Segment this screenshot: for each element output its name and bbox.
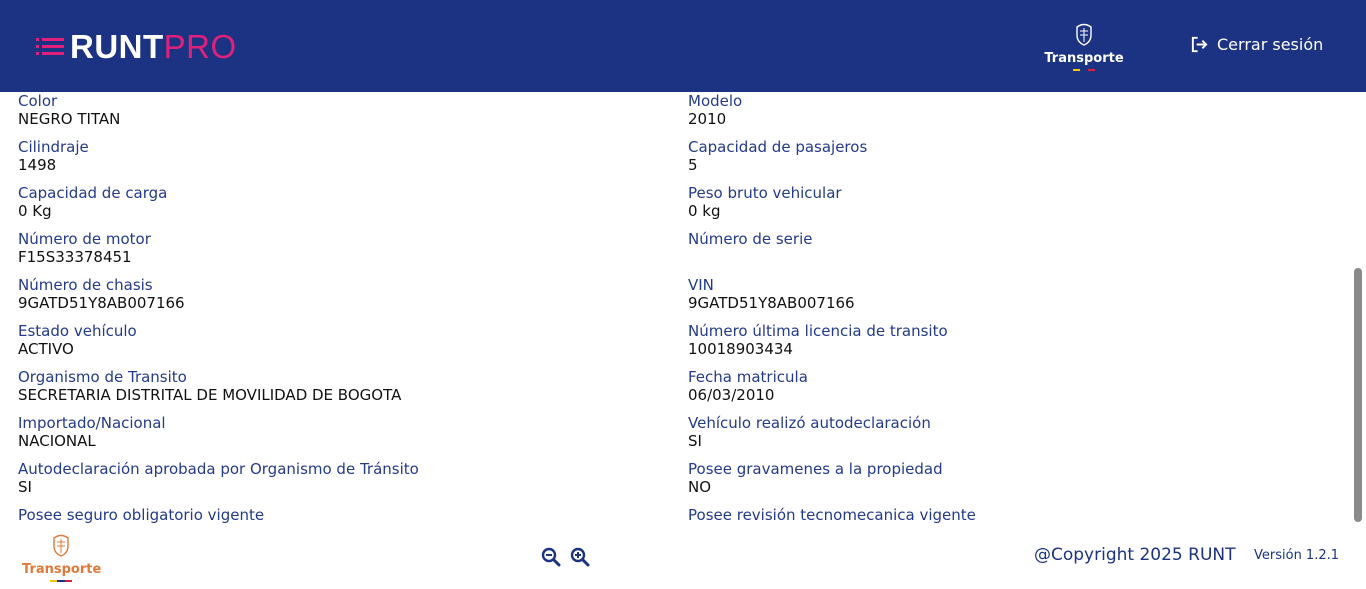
field-autodeclaracion-aprobada: Autodeclaración aprobada por Organismo d… — [18, 460, 618, 497]
ministry-logo: Transporte — [1044, 22, 1124, 71]
field-modelo: Modelo 2010 — [688, 92, 1288, 129]
field-label: Vehículo realizó autodeclaración — [688, 414, 931, 432]
field-importado-nacional: Importado/Nacional NACIONAL — [18, 414, 618, 451]
field-label: Posee gravamenes a la propiedad — [688, 460, 943, 478]
field-numero-chasis: Número de chasis 9GATD51Y8AB007166 — [18, 276, 618, 313]
field-value: 2010 — [688, 110, 727, 128]
field-value: 5 — [688, 156, 698, 174]
field-peso-bruto: Peso bruto vehicular 0 kg — [688, 184, 1288, 221]
logout-label: Cerrar sesión — [1217, 35, 1324, 54]
logout-button[interactable]: Cerrar sesión — [1190, 35, 1323, 54]
copyright-text: @Copyright 2025 RUNT — [1034, 545, 1236, 565]
field-label: Capacidad de carga — [18, 184, 168, 202]
field-ultima-licencia: Número última licencia de transito 10018… — [688, 322, 1288, 359]
zoom-in-icon[interactable] — [570, 547, 590, 567]
field-capacidad-carga: Capacidad de carga 0 Kg — [18, 184, 618, 221]
field-value: 0 Kg — [18, 202, 52, 220]
field-revision-tecnomecanica: Posee revisión tecnomecanica vigente — [688, 506, 1288, 524]
field-seguro-obligatorio: Posee seguro obligatorio vigente — [18, 506, 618, 524]
field-label: Peso bruto vehicular — [688, 184, 842, 202]
field-label: Número de motor — [18, 230, 151, 248]
field-value: F15S33378451 — [18, 248, 132, 266]
footer-ministry-label: Transporte — [22, 562, 102, 577]
field-label: Importado/Nacional — [18, 414, 166, 432]
runtpro-logo[interactable]: RUNTPRO — [36, 30, 237, 64]
field-organismo-transito: Organismo de Transito SECRETARIA DISTRIT… — [18, 368, 618, 405]
app-header: RUNTPRO Transporte Cerrar sesión — [0, 0, 1366, 92]
field-autodeclaracion: Vehículo realizó autodeclaración SI — [688, 414, 1288, 451]
field-numero-serie: Número de serie — [688, 230, 1288, 248]
field-label: Autodeclaración aprobada por Organismo d… — [18, 460, 419, 478]
zoom-out-icon[interactable] — [541, 547, 561, 567]
menu-lines-icon — [36, 36, 64, 58]
field-numero-motor: Número de motor F15S33378451 — [18, 230, 618, 267]
field-value: SI — [18, 478, 32, 496]
flag-bar — [50, 580, 72, 582]
scrollbar-thumb[interactable] — [1354, 268, 1362, 522]
field-vin: VIN 9GATD51Y8AB007166 — [688, 276, 1288, 313]
field-fecha-matricula: Fecha matricula 06/03/2010 — [688, 368, 1288, 405]
field-value: 9GATD51Y8AB007166 — [18, 294, 185, 312]
field-label: Número de serie — [688, 230, 813, 248]
logo-pro-text: PRO — [163, 28, 237, 65]
field-label: Estado vehículo — [18, 322, 137, 340]
field-value: SECRETARIA DISTRITAL DE MOVILIDAD DE BOG… — [18, 386, 402, 404]
field-label: Número última licencia de transito — [688, 322, 948, 340]
coat-of-arms-icon — [53, 534, 69, 557]
field-gravamenes: Posee gravamenes a la propiedad NO — [688, 460, 1288, 497]
coat-of-arms-icon — [1076, 23, 1092, 46]
field-cilindraje: Cilindraje 1498 — [18, 138, 618, 175]
field-value: NEGRO TITAN — [18, 110, 121, 128]
field-value: ACTIVO — [18, 340, 74, 358]
field-label: Posee seguro obligatorio vigente — [18, 506, 265, 524]
field-color: Color NEGRO TITAN — [18, 92, 618, 129]
field-label: VIN — [688, 276, 714, 294]
field-estado-vehiculo: Estado vehículo ACTIVO — [18, 322, 618, 359]
field-capacidad-pasajeros: Capacidad de pasajeros 5 — [688, 138, 1288, 175]
version-text: Versión 1.2.1 — [1254, 548, 1340, 563]
field-value: NACIONAL — [18, 432, 96, 450]
footer-ministry-logo: Transporte — [22, 533, 102, 582]
field-value: SI — [688, 432, 702, 450]
vertical-scrollbar[interactable] — [1352, 92, 1366, 589]
field-label: Número de chasis — [18, 276, 153, 294]
field-label: Organismo de Transito — [18, 368, 187, 386]
field-label: Posee revisión tecnomecanica vigente — [688, 506, 976, 524]
field-value: 0 kg — [688, 202, 721, 220]
field-value: 1498 — [18, 156, 57, 174]
field-value: NO — [688, 478, 712, 496]
logout-icon — [1191, 36, 1208, 53]
field-value: 10018903434 — [688, 340, 793, 358]
field-label: Cilindraje — [18, 138, 89, 156]
field-label: Capacidad de pasajeros — [688, 138, 868, 156]
logo-runt-text: RUNT — [70, 28, 164, 65]
field-label: Fecha matricula — [688, 368, 808, 386]
field-label: Color — [18, 92, 58, 110]
field-label: Modelo — [688, 92, 743, 110]
vehicle-details: Color NEGRO TITAN Modelo 2010 Cilindraje… — [0, 92, 1352, 529]
field-value: 9GATD51Y8AB007166 — [688, 294, 855, 312]
ministry-label: Transporte — [1044, 51, 1124, 66]
field-value: 06/03/2010 — [688, 386, 775, 404]
flag-bar — [1073, 69, 1095, 71]
